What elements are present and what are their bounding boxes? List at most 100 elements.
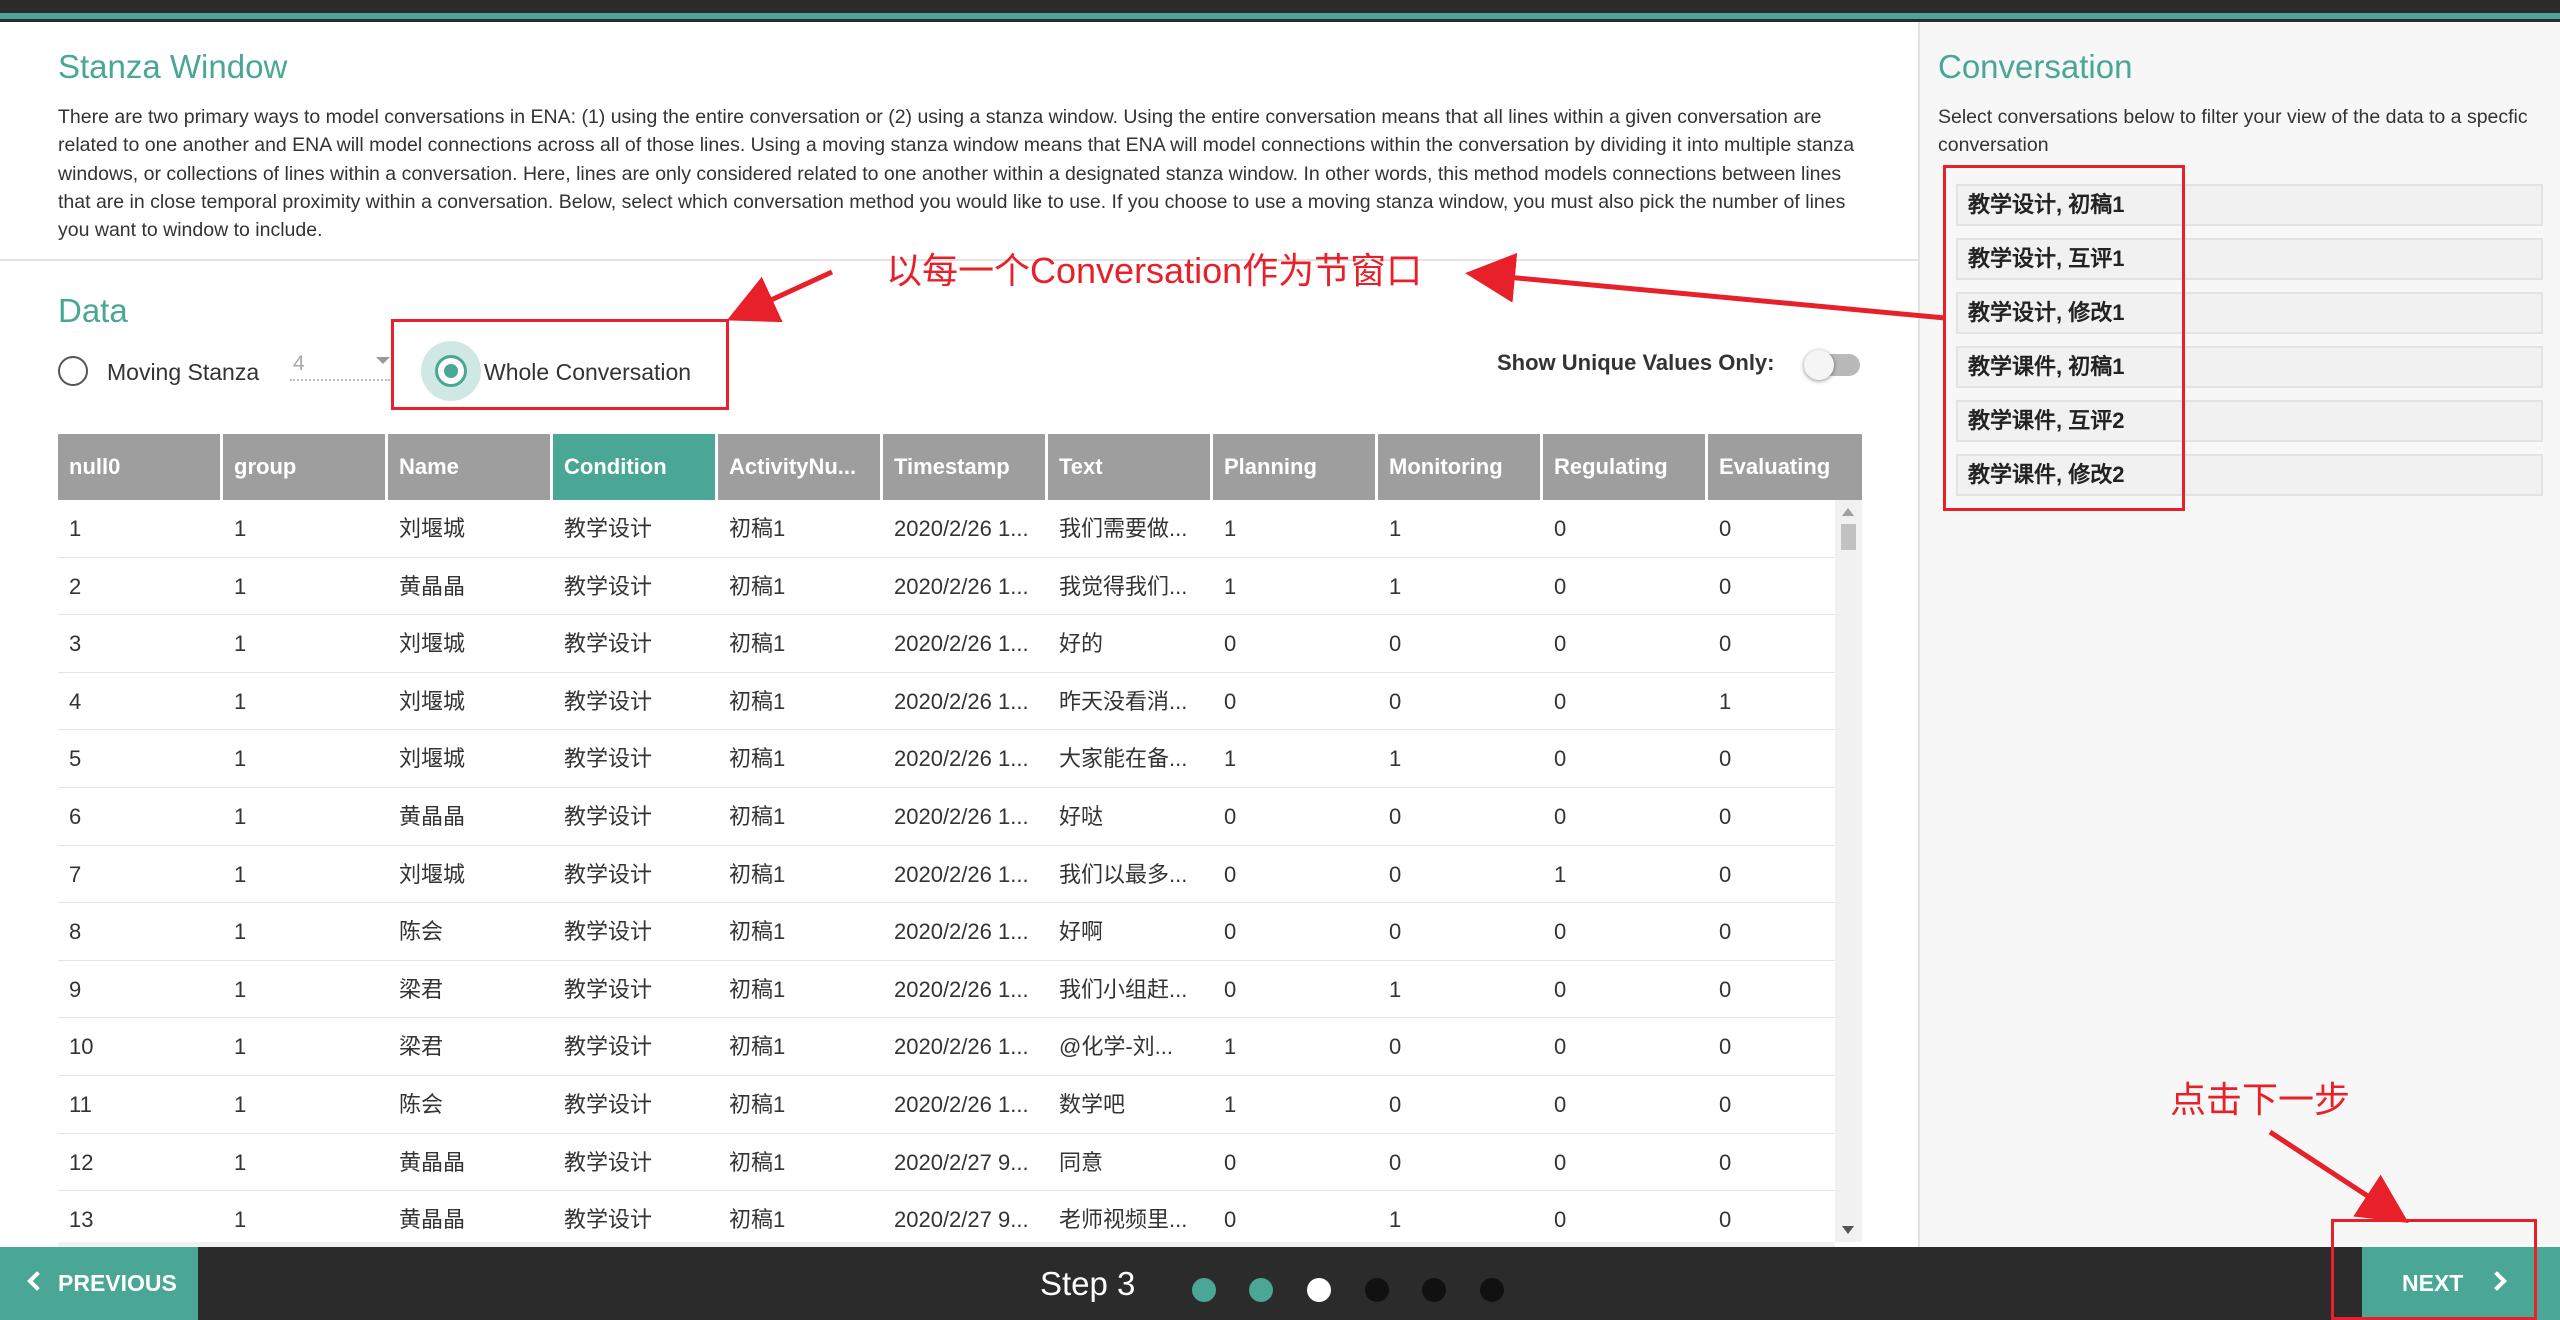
unique-values-toggle[interactable] [1804,350,1860,380]
stanza-description: There are two primary ways to model conv… [58,106,1855,242]
table-cell: 0 [1554,1092,1567,1117]
table-cell: 1 [234,976,247,1002]
table-cell: 1 [1389,516,1402,541]
column-header[interactable]: group [223,434,388,500]
table-cell: 初稿1 [729,1092,786,1117]
table-cell: 1 [234,1149,247,1175]
table-row[interactable]: 11 1 陈会 教学设计 初稿1 2020/2/26 1... 数学吧 1 0 0 0 [58,1076,1835,1134]
column-header[interactable]: Name [388,434,553,500]
table-cell: 老师视频里... [1059,1207,1188,1233]
table-row[interactable]: 8 1 陈会 教学设计 初稿1 2020/2/26 1... 好啊 0 0 0 0 [58,903,1835,961]
moving-stanza-radio[interactable] [58,356,88,386]
table-cell: 2020/2/26 1... [894,804,1029,829]
vertical-scrollbar[interactable] [1835,500,1862,1242]
table-cell: 1 [234,688,247,714]
table-row[interactable]: 5 1 刘堰城 教学设计 初稿1 2020/2/26 1... 大家能在备... 1 1 0 0 [58,730,1835,788]
table-cell: 1 [234,516,247,541]
table-cell: 2020/2/26 1... [894,1092,1029,1117]
chevron-down-icon [376,357,390,364]
table-cell: 0 [1224,688,1237,714]
table-row[interactable]: 7 1 刘堰城 教学设计 初稿1 2020/2/26 1... 我们以最多... 0 0 1 0 [58,846,1835,904]
table-cell: 大家能在备... [1059,746,1188,772]
table-cell: 刘堰城 [399,861,466,887]
moving-stanza-label[interactable]: Moving Stanza [107,359,259,386]
table-cell: 7 [69,861,82,887]
table-cell: 0 [1554,919,1567,945]
table-cell: 2 [69,573,82,599]
annotation-box-next [2331,1219,2537,1320]
table-cell: 初稿1 [729,631,786,657]
table-cell: 教学设计 [564,1034,653,1060]
column-header[interactable]: Monitoring [1378,434,1543,500]
annotation-next-note: 点击下一步 [2170,1079,2351,1120]
table-cell: 0 [1554,688,1567,714]
table-cell: 黄晶晶 [399,1149,466,1175]
table-cell: 1 [1389,746,1402,772]
table-cell: 2020/2/26 1... [894,516,1029,541]
conversation-title: Conversation [1938,48,2133,85]
table-cell: 初稿1 [729,573,786,599]
table-row[interactable]: 12 1 黄晶晶 教学设计 初稿1 2020/2/27 9... 同意 0 0 0 0 [58,1134,1835,1192]
data-title: Data [58,292,128,329]
table-row[interactable]: 1 1 刘堰城 教学设计 初稿1 2020/2/26 1... 我们需要做... 1 1 0 0 [58,500,1835,558]
table-cell: 0 [1554,1207,1567,1233]
table-cell: 0 [1719,573,1732,599]
table-cell: 2020/2/27 9... [894,1149,1029,1175]
table-cell: 初稿1 [729,688,786,714]
table-row[interactable]: 3 1 刘堰城 教学设计 初稿1 2020/2/26 1... 好的 0 0 0 0 [58,615,1835,673]
table-cell: 好哒 [1059,804,1104,829]
column-header[interactable]: Planning [1213,434,1378,500]
table-cell: 2020/2/26 1... [894,573,1029,599]
table-cell: 2020/2/26 1... [894,746,1029,772]
column-header[interactable]: Timestamp [883,434,1048,500]
table-cell: 1 [1224,1034,1237,1060]
column-header-active[interactable]: Condition [553,434,718,500]
table-cell: 1 [1389,1207,1402,1233]
window-size-select[interactable]: 4 [290,349,390,381]
table-cell: 13 [69,1207,94,1233]
table-cell: 0 [1389,1034,1402,1060]
table-cell: 黄晶晶 [399,1207,466,1233]
table-cell: 初稿1 [729,1207,786,1233]
table-cell: 教学设计 [564,804,653,829]
column-header[interactable]: Text [1048,434,1213,500]
table-cell: 1 [234,804,247,829]
table-cell: 1 [234,1092,247,1117]
table-row[interactable]: 13 1 黄晶晶 教学设计 初稿1 2020/2/27 9... 老师视频里... 0 1 0 0 [58,1191,1835,1242]
scroll-down-icon[interactable] [1842,1226,1854,1234]
column-header[interactable]: Evaluating [1708,434,1862,500]
table-cell: 0 [1389,861,1402,887]
table-cell: 陈会 [399,1092,444,1117]
table-cell: 0 [1719,919,1732,945]
table-cell: 陈会 [399,919,444,945]
column-header[interactable]: ActivityNu... [718,434,883,500]
table-cell: 刘堰城 [399,631,466,657]
table-row[interactable]: 10 1 梁君 教学设计 初稿1 2020/2/26 1... @化学-刘... 1 0 0 0 [58,1018,1835,1076]
table-cell: 我觉得我们... [1059,573,1188,599]
previous-button[interactable]: PREVIOUS [0,1247,198,1320]
table-cell: 0 [1224,1149,1237,1175]
step-dot [1422,1278,1446,1302]
table-cell: 梁君 [399,976,444,1002]
toggle-knob[interactable] [1804,350,1834,380]
column-header[interactable]: null0 [58,434,223,500]
table-cell: 0 [1554,976,1567,1002]
table-cell: 教学设计 [564,861,653,887]
scroll-thumb[interactable] [1841,524,1856,550]
table-row[interactable]: 4 1 刘堰城 教学设计 初稿1 2020/2/26 1... 昨天没看消... 0 0 0 1 [58,673,1835,731]
table-row[interactable]: 2 1 黄晶晶 教学设计 初稿1 2020/2/26 1... 我觉得我们... 1 1 0 0 [58,558,1835,616]
table-row[interactable]: 9 1 梁君 教学设计 初稿1 2020/2/26 1... 我们小组赶... 0 1 0 0 [58,961,1835,1019]
table-cell: 0 [1554,746,1567,772]
column-header[interactable]: Regulating [1543,434,1708,500]
table-cell: 2020/2/26 1... [894,919,1029,945]
table-cell: 初稿1 [729,976,786,1002]
table-cell: 1 [1224,573,1237,599]
previous-label: PREVIOUS [58,1270,177,1296]
chevron-left-icon [27,1271,47,1291]
step-dot-current [1307,1278,1331,1302]
table-cell: 刘堰城 [399,688,466,714]
table-row[interactable]: 6 1 黄晶晶 教学设计 初稿1 2020/2/26 1... 好哒 0 0 0 0 [58,788,1835,846]
table-cell: 教学设计 [564,1092,653,1117]
table-cell: 梁君 [399,1034,444,1060]
scroll-up-icon[interactable] [1842,508,1854,516]
